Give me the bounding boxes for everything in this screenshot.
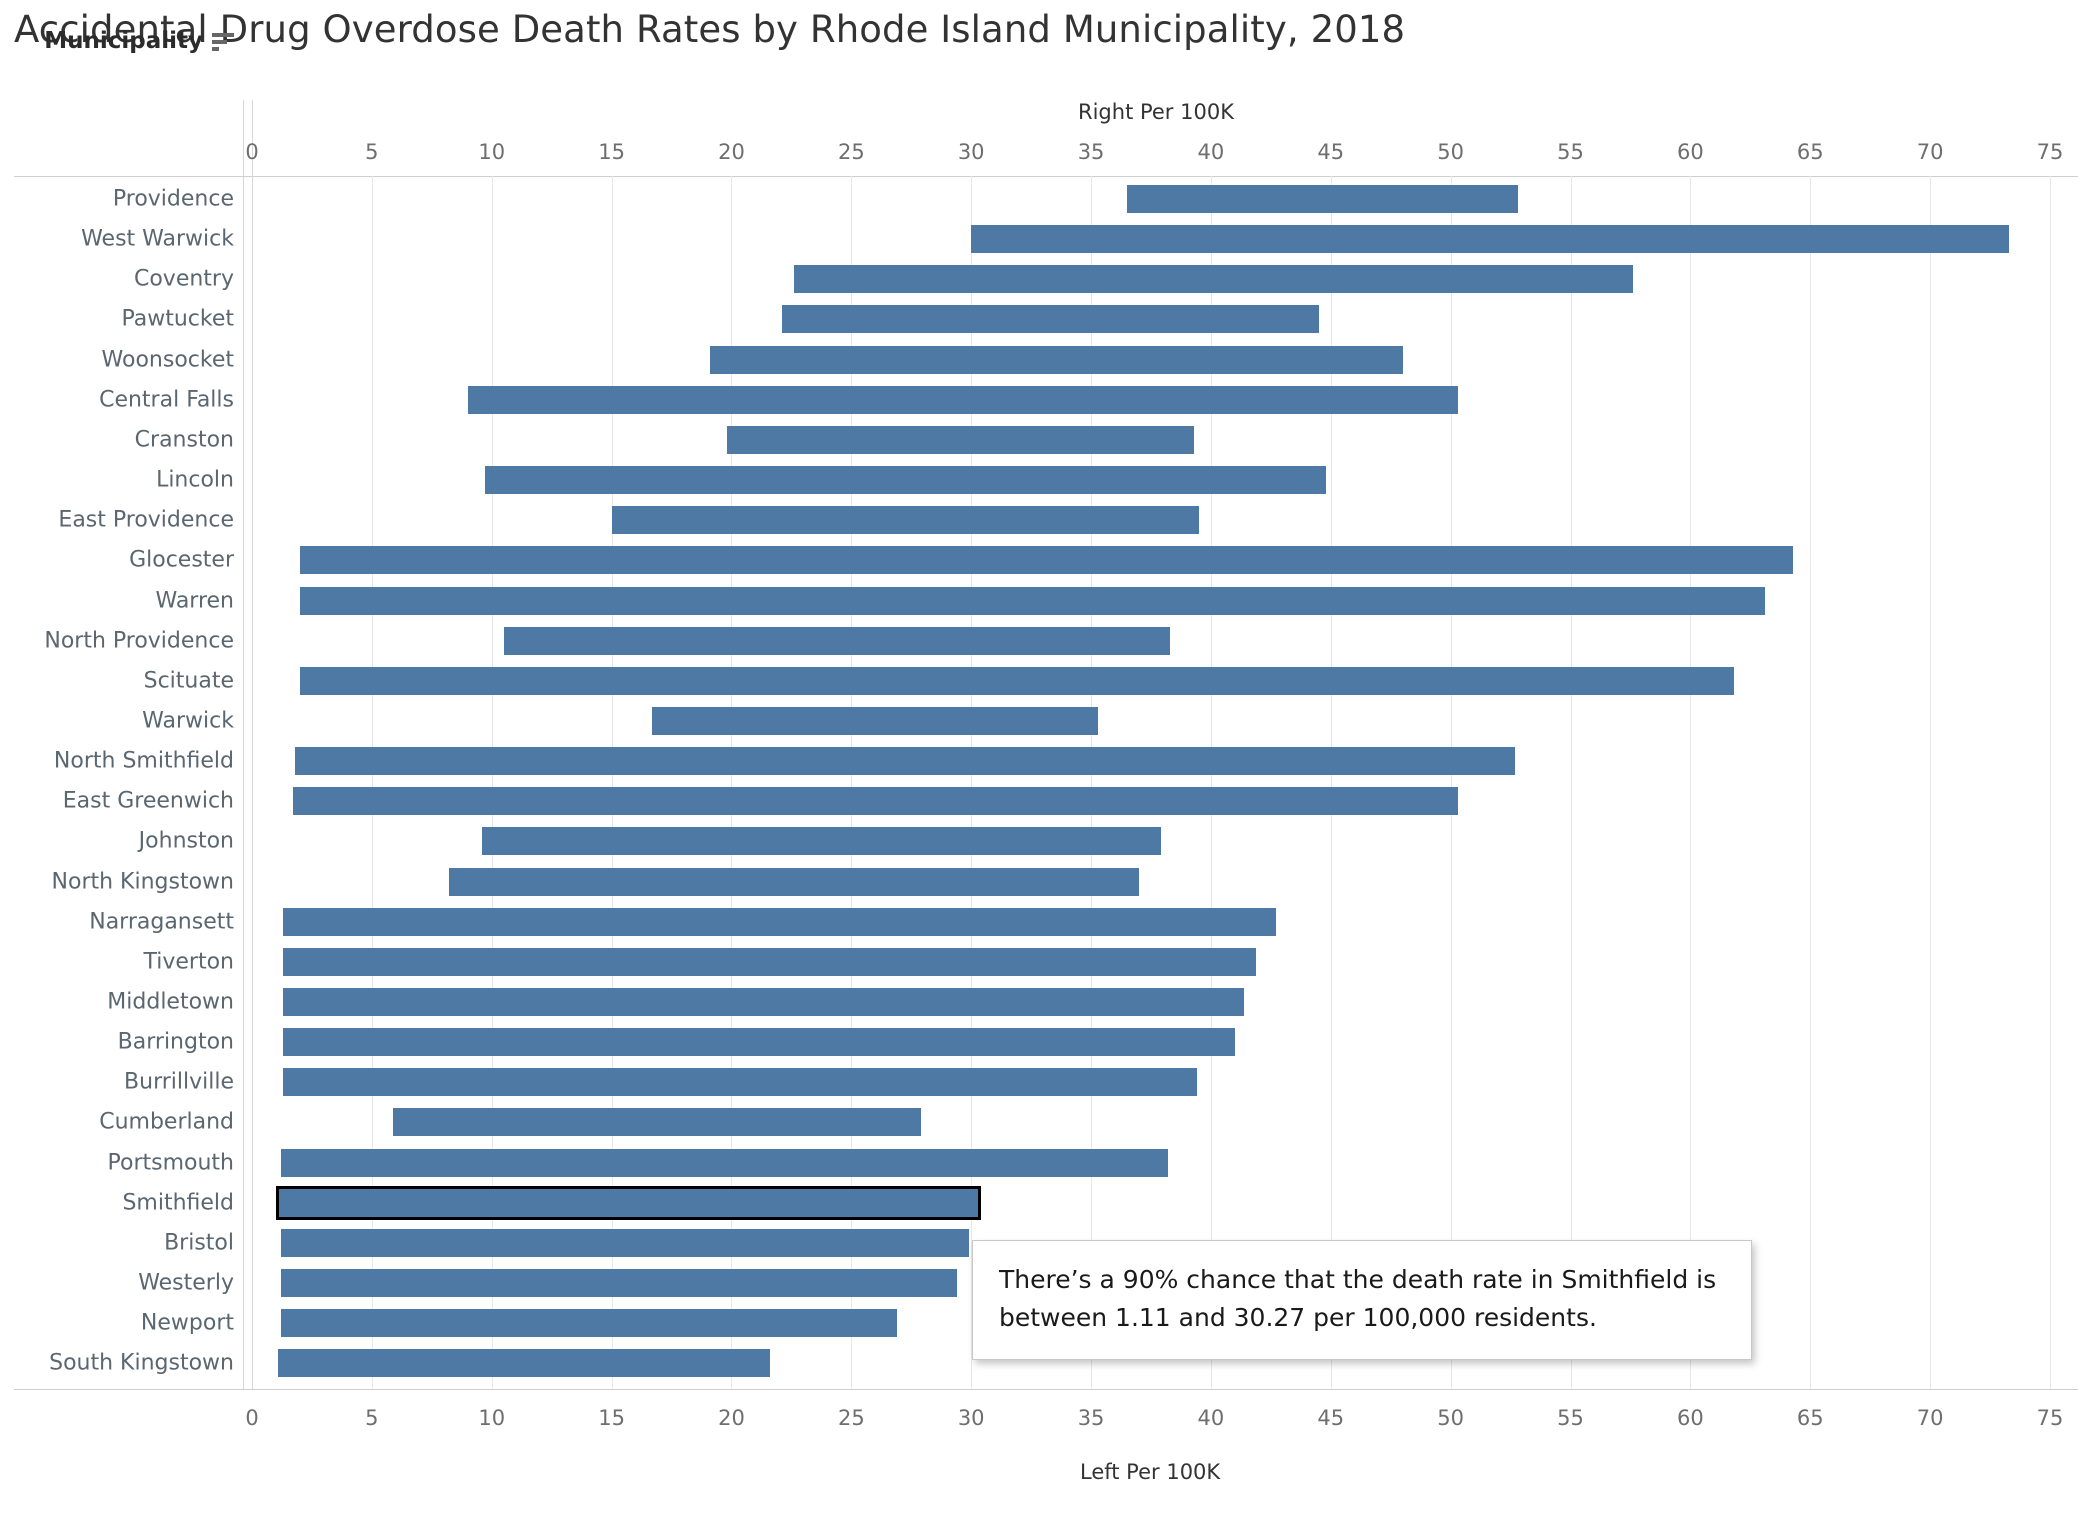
range-bar[interactable]: [781, 305, 1319, 334]
tooltip-line-1: There’s a 90% chance that the death rate…: [999, 1265, 1717, 1294]
range-bar[interactable]: [283, 1028, 1235, 1057]
row-label-barrington[interactable]: Barrington: [118, 1030, 234, 1055]
table-row[interactable]: Woonsocket: [0, 340, 2092, 380]
row-label-narragansett[interactable]: Narragansett: [89, 909, 234, 934]
range-bar[interactable]: [292, 787, 1458, 816]
table-row[interactable]: Warren: [0, 581, 2092, 621]
row-label-westerly[interactable]: Westerly: [138, 1271, 234, 1296]
table-row[interactable]: Pawtucket: [0, 299, 2092, 339]
range-bar[interactable]: [283, 988, 1245, 1016]
range-bar[interactable]: [393, 1108, 921, 1137]
range-bar[interactable]: [793, 265, 1633, 294]
table-row[interactable]: Narragansett: [0, 902, 2092, 942]
row-label-portsmouth[interactable]: Portsmouth: [108, 1150, 234, 1175]
table-row[interactable]: Burrillville: [0, 1062, 2092, 1102]
range-bar[interactable]: [726, 425, 1195, 454]
range-bar[interactable]: [283, 947, 1257, 976]
row-label-warwick[interactable]: Warwick: [142, 708, 234, 733]
range-bar[interactable]: [275, 1185, 981, 1220]
row-label-newport[interactable]: Newport: [141, 1311, 234, 1336]
range-bar[interactable]: [482, 827, 1161, 856]
row-label-central-falls[interactable]: Central Falls: [99, 387, 234, 412]
table-row[interactable]: East Greenwich: [0, 781, 2092, 821]
row-label-tiverton[interactable]: Tiverton: [143, 949, 234, 974]
table-row[interactable]: Barrington: [0, 1022, 2092, 1062]
row-label-west-warwick[interactable]: West Warwick: [81, 227, 234, 252]
table-row[interactable]: West Warwick: [0, 219, 2092, 259]
table-row[interactable]: Warwick: [0, 701, 2092, 741]
table-row[interactable]: North Providence: [0, 621, 2092, 661]
tooltip-line-2: between 1.11 and 30.27 per 100,000 resid…: [999, 1303, 1597, 1332]
row-label-johnston[interactable]: Johnston: [139, 829, 234, 854]
range-bar[interactable]: [280, 1269, 957, 1298]
range-bar[interactable]: [709, 345, 1403, 374]
range-bar[interactable]: [299, 586, 1765, 615]
table-row[interactable]: Cranston: [0, 420, 2092, 460]
row-label-south-kingstown[interactable]: South Kingstown: [49, 1351, 234, 1376]
table-row[interactable]: North Kingstown: [0, 862, 2092, 902]
table-row[interactable]: Providence: [0, 179, 2092, 219]
range-bar[interactable]: [448, 867, 1139, 896]
range-bar[interactable]: [295, 747, 1516, 776]
row-label-north-smithfield[interactable]: North Smithfield: [54, 749, 234, 774]
row-label-coventry[interactable]: Coventry: [134, 267, 234, 292]
range-bar[interactable]: [299, 666, 1734, 695]
table-row[interactable]: Glocester: [0, 540, 2092, 580]
range-bar[interactable]: [299, 546, 1794, 575]
range-bar[interactable]: [611, 506, 1199, 535]
row-label-woonsocket[interactable]: Woonsocket: [102, 347, 234, 372]
table-row[interactable]: Tiverton: [0, 942, 2092, 982]
table-row[interactable]: Johnston: [0, 821, 2092, 861]
range-bar[interactable]: [280, 1228, 969, 1257]
row-label-east-greenwich[interactable]: East Greenwich: [63, 789, 234, 814]
range-bar[interactable]: [1127, 185, 1518, 213]
row-label-pawtucket[interactable]: Pawtucket: [121, 307, 234, 332]
range-bar[interactable]: [280, 1309, 897, 1338]
row-label-cranston[interactable]: Cranston: [135, 427, 234, 452]
table-row[interactable]: East Providence: [0, 500, 2092, 540]
range-bar[interactable]: [652, 706, 1099, 735]
range-bar[interactable]: [467, 385, 1458, 414]
row-label-north-providence[interactable]: North Providence: [44, 628, 234, 653]
row-label-smithfield[interactable]: Smithfield: [122, 1190, 234, 1215]
table-row[interactable]: Middletown: [0, 982, 2092, 1022]
range-bar[interactable]: [283, 907, 1276, 936]
row-label-bristol[interactable]: Bristol: [164, 1230, 234, 1255]
range-bar[interactable]: [283, 1068, 1197, 1097]
row-label-glocester[interactable]: Glocester: [129, 548, 234, 573]
row-label-east-providence[interactable]: East Providence: [58, 508, 234, 533]
tooltip: There’s a 90% chance that the death rate…: [972, 1240, 1752, 1360]
table-row[interactable]: Portsmouth: [0, 1143, 2092, 1183]
row-label-burrillville[interactable]: Burrillville: [124, 1070, 234, 1095]
table-row[interactable]: Cumberland: [0, 1102, 2092, 1142]
range-bar[interactable]: [278, 1349, 770, 1378]
table-row[interactable]: Central Falls: [0, 380, 2092, 420]
row-label-scituate[interactable]: Scituate: [144, 668, 234, 693]
range-bar[interactable]: [280, 1148, 1168, 1177]
table-row[interactable]: Lincoln: [0, 460, 2092, 500]
range-bar[interactable]: [503, 626, 1171, 655]
row-label-warren[interactable]: Warren: [155, 588, 234, 613]
table-row[interactable]: Scituate: [0, 661, 2092, 701]
table-row[interactable]: Coventry: [0, 259, 2092, 299]
chart-page: Accidental Drug Overdose Death Rates by …: [0, 0, 2092, 1524]
row-label-middletown[interactable]: Middletown: [107, 990, 234, 1015]
row-label-north-kingstown[interactable]: North Kingstown: [52, 869, 234, 894]
row-label-lincoln[interactable]: Lincoln: [156, 468, 234, 493]
range-bar[interactable]: [484, 466, 1326, 495]
range-bar[interactable]: [971, 225, 2010, 254]
row-label-providence[interactable]: Providence: [113, 187, 234, 212]
table-row[interactable]: North Smithfield: [0, 741, 2092, 781]
row-label-cumberland[interactable]: Cumberland: [99, 1110, 234, 1135]
table-row[interactable]: Smithfield: [0, 1183, 2092, 1223]
